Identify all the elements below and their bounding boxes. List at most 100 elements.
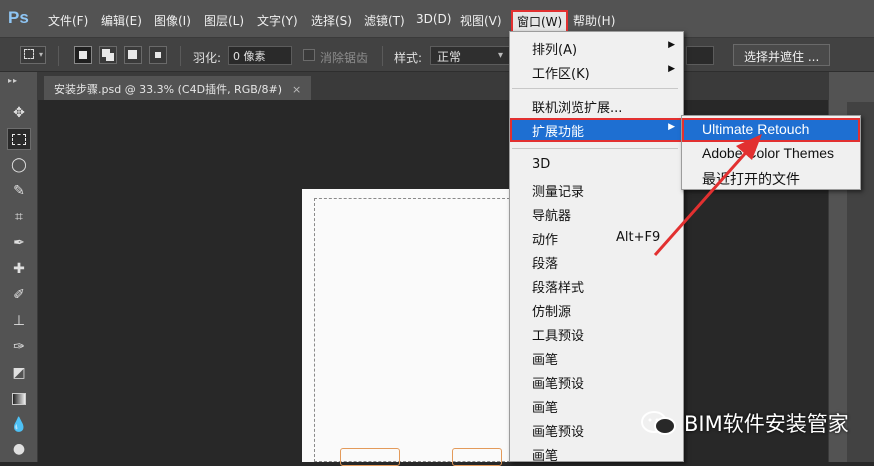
quick-select-tool[interactable]: ✎ [7, 180, 31, 202]
crop-icon: ⌗ [15, 209, 23, 225]
new-selection-button[interactable] [74, 46, 92, 64]
window-menu-item[interactable]: 测量记录 [510, 178, 683, 202]
menu-item-label: 动作 [532, 233, 559, 248]
healing-brush-tool[interactable]: ✚ [7, 258, 31, 280]
extensions-submenu-item[interactable]: Ultimate Retouch [682, 118, 860, 142]
document-tab-title: 安装步骤.psd @ 33.3% (C4D插件, RGB/8#) [54, 83, 282, 96]
crop-tool[interactable]: ⌗ [7, 206, 31, 228]
menu-8[interactable]: 视图(V) [460, 12, 502, 29]
menu-2[interactable]: 图像(I) [154, 12, 191, 29]
canvas-element [340, 448, 400, 466]
divider [180, 46, 181, 66]
window-menu-item[interactable]: 画笔 [510, 346, 683, 370]
menu-0[interactable]: 文件(F) [48, 12, 88, 29]
menu-item-label: 3D [532, 157, 551, 172]
menu-item-label: 画笔预设 [532, 425, 585, 440]
window-menu-item[interactable]: 段落样式 [510, 274, 683, 298]
menu-6[interactable]: 滤镜(T) [364, 12, 405, 29]
window-menu-item[interactable]: 动作 Alt+F9 [510, 226, 683, 250]
lasso-icon: ◯ [11, 157, 27, 173]
submenu-arrow-icon: ▶ [668, 122, 675, 132]
menu-4[interactable]: 文字(Y) [257, 12, 298, 29]
add-selection-button[interactable] [99, 46, 117, 64]
extensions-submenu: Ultimate Retouch Adobe Color Themes 最近打开的文… [681, 115, 861, 190]
window-menu-item[interactable]: 3D [510, 154, 683, 178]
chevron-down-icon: ▾ [497, 50, 503, 61]
move-icon: ✥ [13, 105, 25, 121]
menu-5[interactable]: 选择(S) [311, 12, 352, 29]
history-brush-tool[interactable]: ✑ [7, 336, 31, 358]
close-icon[interactable]: × [292, 83, 301, 96]
chevron-down-icon: ▾ [38, 50, 43, 59]
style-select-value: 正常 [437, 50, 462, 64]
brush-icon: ✐ [13, 287, 25, 303]
add-selection-icon-2 [106, 53, 114, 61]
rect-marquee-tool[interactable] [7, 128, 31, 150]
clone-stamp-tool[interactable]: ⊥ [7, 310, 31, 332]
options-bar: ▾ 羽化: 0 像素 消除锯齿 样式: 正常 ▾ 选择并遮住 ... [0, 38, 874, 72]
menu-9[interactable]: 窗口(W) [511, 10, 569, 33]
window-menu-item[interactable]: 段落 [510, 250, 683, 274]
subtract-selection-icon [128, 50, 137, 59]
document-tab[interactable]: 安装步骤.psd @ 33.3% (C4D插件, RGB/8#) × [44, 76, 312, 100]
document-tab-strip: 安装步骤.psd @ 33.3% (C4D插件, RGB/8#) × [38, 72, 874, 100]
window-menu-item[interactable]: 导航器 [510, 202, 683, 226]
antialias-checkbox[interactable] [303, 49, 315, 61]
lasso-tool[interactable]: ◯ [7, 154, 31, 176]
menu-7[interactable]: 3D(D) [416, 12, 451, 26]
new-selection-icon [79, 51, 87, 59]
gradient-tool[interactable] [7, 388, 31, 410]
menu-10[interactable]: 帮助(H) [573, 12, 615, 29]
menu-3[interactable]: 图层(L) [204, 12, 244, 29]
healing-brush-icon: ✚ [13, 261, 25, 277]
tools-panel: ▸▸ ✥ ◯ ✎ ⌗ ✒ ✚ ✐ ⊥ ✑ ◩ 💧 ● [0, 72, 38, 462]
menu-1[interactable]: 编辑(E) [101, 12, 142, 29]
subtract-selection-button[interactable] [124, 46, 142, 64]
menu-item-label: 工作区(K) [532, 67, 590, 82]
window-menu-item[interactable]: 画笔预设 [510, 370, 683, 394]
window-menu-item[interactable]: 画笔 [510, 442, 683, 466]
marquee-preset-picker[interactable]: ▾ [20, 46, 46, 64]
menu-divider [512, 148, 678, 149]
height-input[interactable] [686, 46, 714, 65]
window-menu-item[interactable]: 仿制源 [510, 298, 683, 322]
style-label: 样式: [394, 51, 423, 65]
wechat-icon [641, 411, 676, 435]
menu-item-label: 测量记录 [532, 185, 585, 200]
move-tool[interactable]: ✥ [7, 102, 31, 124]
history-brush-icon: ✑ [13, 339, 25, 355]
style-select[interactable]: 正常 ▾ [430, 46, 510, 65]
panel-collapse-icon[interactable]: ▸▸ [8, 76, 18, 85]
menu-bar: Ps 文件(F) 编辑(E) 图像(I) 图层(L) 文字(Y) 选择(S) 滤镜(T) 3D… [0, 0, 874, 38]
menu-item-label: 段落样式 [532, 281, 585, 296]
photoshop-logo: Ps [8, 8, 29, 27]
window-menu-item[interactable]: 工具预设 [510, 322, 683, 346]
antialias-label: 消除锯齿 [320, 51, 369, 65]
menu-item-label: 工具预设 [532, 329, 585, 344]
brush-tool[interactable]: ✐ [7, 284, 31, 306]
divider [382, 46, 383, 66]
window-menu-item[interactable]: 联机浏览扩展... [510, 94, 683, 118]
intersect-selection-button[interactable] [149, 46, 167, 64]
feather-label: 羽化: [193, 51, 222, 65]
submenu-arrow-icon: ▶ [668, 64, 675, 74]
window-menu-item[interactable]: 排列(A) ▶ [510, 36, 683, 60]
window-menu-item[interactable]: 扩展功能 ▶ [510, 118, 683, 142]
menu-item-label: 画笔 [532, 353, 559, 368]
extensions-submenu-item[interactable]: 最近打开的文件 [682, 166, 860, 190]
menu-item-label: 扩展功能 [532, 125, 585, 140]
quick-select-icon: ✎ [13, 183, 25, 199]
menu-item-label: 画笔预设 [532, 377, 585, 392]
select-and-mask-button[interactable]: 选择并遮住 ... [733, 44, 831, 66]
menu-item-label: 段落 [532, 257, 559, 272]
dodge-tool[interactable]: ● [7, 438, 31, 460]
eyedropper-tool[interactable]: ✒ [7, 232, 31, 254]
extensions-submenu-item[interactable]: Adobe Color Themes [682, 142, 860, 166]
eraser-tool[interactable]: ◩ [7, 362, 31, 384]
feather-input[interactable]: 0 像素 [228, 46, 292, 65]
window-menu-item[interactable]: 工作区(K) ▶ [510, 60, 683, 84]
blur-tool[interactable]: 💧 [7, 414, 31, 436]
window-menu-dropdown: 排列(A) ▶ 工作区(K) ▶ 联机浏览扩展... 扩展功能 ▶ 3D 测量记录导航器 动作 Al… [509, 31, 684, 464]
gradient-icon [12, 393, 26, 405]
selection-marquee [314, 198, 510, 462]
